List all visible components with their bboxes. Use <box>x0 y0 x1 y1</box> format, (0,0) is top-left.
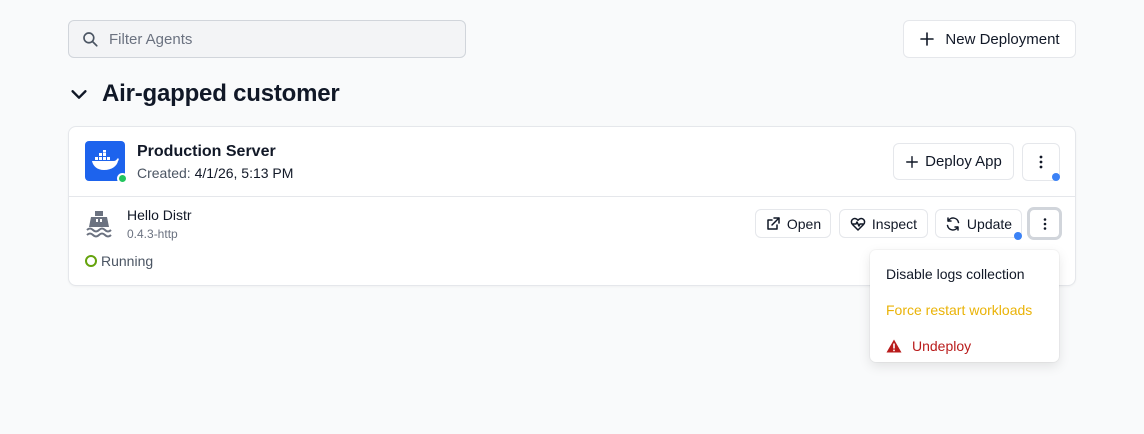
group-header[interactable]: Air-gapped customer <box>68 80 340 108</box>
deploy-app-label: Deploy App <box>925 153 1002 170</box>
deployment-more-button[interactable] <box>1027 207 1062 240</box>
external-link-icon <box>767 216 780 230</box>
search-icon <box>83 32 98 47</box>
update-available-dot <box>1014 232 1022 240</box>
menu-item-label: Force restart workloads <box>886 302 1033 318</box>
new-deployment-label: New Deployment <box>945 30 1060 48</box>
search-input[interactable] <box>109 30 449 48</box>
status-badge: Running <box>85 253 153 269</box>
notification-dot <box>1052 173 1060 181</box>
more-vertical-icon <box>1039 155 1043 169</box>
group-title: Air-gapped customer <box>102 80 340 107</box>
warning-icon <box>886 339 902 353</box>
docker-whale-icon <box>92 150 119 170</box>
open-button[interactable]: Open <box>755 209 831 238</box>
search-box[interactable] <box>68 20 466 58</box>
online-status-dot <box>117 173 128 184</box>
menu-item-undeploy[interactable]: Undeploy <box>870 328 1059 364</box>
heart-pulse-icon <box>850 217 866 231</box>
created-value: 4/1/26, 5:13 PM <box>194 165 294 181</box>
app-name: Hello Distr <box>127 207 192 223</box>
app-version: 0.4.3-http <box>127 227 178 241</box>
running-status-icon <box>85 255 97 267</box>
menu-item-label: Disable logs collection <box>886 266 1025 282</box>
menu-item-force-restart[interactable]: Force restart workloads <box>870 292 1059 328</box>
inspect-button[interactable]: Inspect <box>839 209 928 238</box>
more-vertical-icon <box>1043 217 1046 230</box>
update-label: Update <box>966 215 1013 232</box>
inspect-label: Inspect <box>871 215 918 232</box>
open-label: Open <box>786 215 822 232</box>
created-label: Created: <box>137 165 191 181</box>
ship-icon <box>86 211 112 238</box>
refresh-icon <box>946 216 960 231</box>
menu-item-disable-logs[interactable]: Disable logs collection <box>870 256 1059 292</box>
server-created: Created: 4/1/26, 5:13 PM <box>137 165 293 181</box>
chevron-down-icon[interactable] <box>68 83 90 105</box>
update-button[interactable]: Update <box>935 209 1022 238</box>
plus-icon <box>920 32 935 46</box>
deploy-app-button[interactable]: Deploy App <box>893 143 1014 180</box>
deployment-actions-menu: Disable logs collection Force restart wo… <box>870 250 1059 362</box>
agent-card-header: Production Server Created: 4/1/26, 5:13 … <box>69 127 1075 197</box>
status-label: Running <box>101 253 154 269</box>
plus-icon <box>906 155 919 168</box>
new-deployment-button[interactable]: New Deployment <box>903 20 1076 58</box>
menu-item-label: Undeploy <box>912 338 972 354</box>
server-name: Production Server <box>137 143 276 160</box>
